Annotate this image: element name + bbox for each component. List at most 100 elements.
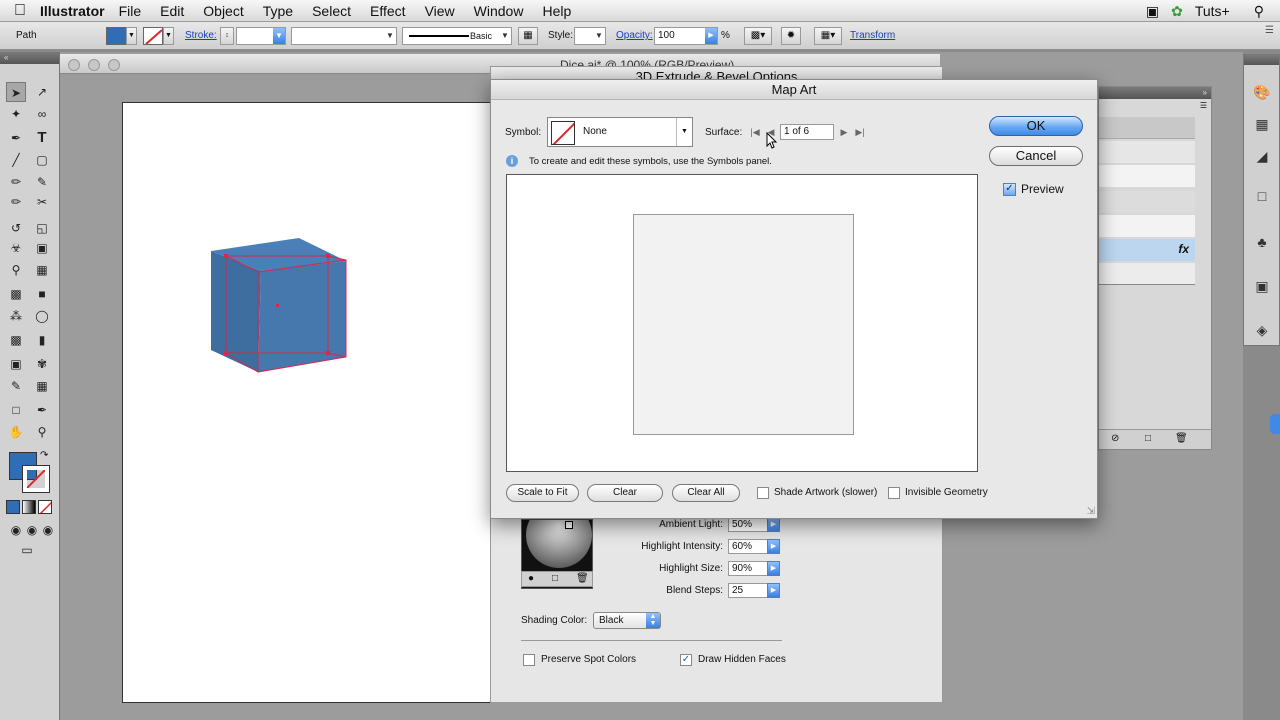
eraser-tool-icon[interactable]: ✎ xyxy=(6,376,26,396)
duplicate-item-icon[interactable]: □ xyxy=(1145,433,1151,444)
style-dropdown[interactable]: ▼ xyxy=(574,27,606,45)
stroke-weight-dropdown[interactable]: ▼ xyxy=(236,27,286,45)
shading-color-select[interactable]: Black ▲ ▼ xyxy=(593,612,661,629)
menu-select[interactable]: Select xyxy=(312,3,351,19)
cube-artwork[interactable] xyxy=(203,233,463,433)
cancel-button[interactable]: Cancel xyxy=(989,146,1083,166)
rotate-tool-icon[interactable]: ↺ xyxy=(6,218,26,238)
opacity-field[interactable]: 100 ▶ xyxy=(654,27,718,45)
graphic-style-icon[interactable]: ▩▾ xyxy=(744,27,772,45)
brush-dropdown[interactable]: Basic ▼ xyxy=(402,27,512,45)
align-icon[interactable]: ▦▾ xyxy=(814,27,842,45)
mesh-tool-icon[interactable]: ▩ xyxy=(6,284,26,304)
menu-window[interactable]: Window xyxy=(474,3,524,19)
direct-selection-tool-icon[interactable]: ↗ xyxy=(32,82,52,102)
clear-all-button[interactable]: Clear All xyxy=(672,484,740,502)
draw-hidden-faces-checkbox[interactable]: ✓ xyxy=(680,654,692,666)
color-mode-icon[interactable] xyxy=(6,500,20,514)
delete-light-icon[interactable]: 🗑 xyxy=(576,573,589,584)
appearance-row-3[interactable] xyxy=(1099,165,1195,187)
type-tool-icon[interactable]: T xyxy=(32,128,52,148)
fx-icon[interactable]: fx xyxy=(1178,242,1189,256)
surface-preview[interactable] xyxy=(633,214,854,435)
lasso-tool-icon[interactable]: ∞ xyxy=(32,104,52,124)
swap-colors-icon[interactable]: ↷ xyxy=(40,450,48,461)
panel-menu-icon[interactable]: ☰ xyxy=(1265,25,1274,36)
variable-width-dropdown[interactable]: ▼ xyxy=(291,27,397,45)
shape-builder-tool-icon[interactable]: ⚲ xyxy=(6,260,26,280)
appearance-row-3d-effect[interactable]: fx xyxy=(1099,239,1195,261)
camera-icon[interactable]: ▣ xyxy=(1146,3,1159,20)
zoom-window-button[interactable] xyxy=(108,59,120,71)
minimize-window-button[interactable] xyxy=(88,59,100,71)
preserve-spot-colors-checkbox[interactable] xyxy=(523,654,535,666)
scale-tool-icon[interactable]: ◱ xyxy=(32,218,52,238)
line-tool-icon[interactable]: ╱ xyxy=(6,150,26,170)
spotlight-search-icon[interactable]: ⚲ xyxy=(1254,3,1264,20)
menu-view[interactable]: View xyxy=(425,3,455,19)
layers-icon[interactable]: ◈ xyxy=(1253,321,1271,339)
stroke-link[interactable]: Stroke: xyxy=(185,30,217,41)
shade-artwork-checkbox[interactable] xyxy=(757,487,769,499)
stroke-stepper[interactable]: ↕ xyxy=(220,27,234,45)
appearance-panel-menu-icon[interactable]: ☰ xyxy=(1200,101,1207,110)
next-surface-icon[interactable]: ▶ xyxy=(838,125,850,139)
menu-effect[interactable]: Effect xyxy=(370,3,406,19)
gradient-mode-icon[interactable] xyxy=(22,500,36,514)
menu-object[interactable]: Object xyxy=(203,3,243,19)
swatches-icon[interactable]: ▦ xyxy=(1253,115,1271,133)
close-window-button[interactable] xyxy=(68,59,80,71)
preview-checkbox[interactable]: ✓ xyxy=(1003,183,1016,196)
fill-dropdown-icon[interactable]: ▼ xyxy=(126,27,137,45)
color-guide-icon[interactable]: 🎨 xyxy=(1253,83,1271,101)
slice-tool-icon[interactable]: ✾ xyxy=(32,354,52,374)
stroke-options-icon[interactable]: ▦ xyxy=(518,27,538,45)
dock-titlebar[interactable] xyxy=(1244,55,1279,65)
new-light-icon[interactable]: □ xyxy=(552,573,558,584)
warp-tool-icon[interactable]: ☣ xyxy=(6,238,26,258)
appearance-row-4[interactable] xyxy=(1099,191,1195,213)
symbol-dropdown[interactable]: None ▼ xyxy=(547,117,693,147)
artboard-tool-icon[interactable]: ▣ xyxy=(6,354,26,374)
gradient-tool-icon[interactable]: ■ xyxy=(32,284,52,304)
map-art-preview-area[interactable] xyxy=(506,174,978,472)
scroll-indicator[interactable] xyxy=(1270,414,1280,434)
tools-panel-titlebar[interactable]: « xyxy=(0,52,59,64)
resize-grip-icon[interactable]: ⇲ xyxy=(1087,506,1095,517)
fill-swatch[interactable] xyxy=(106,27,126,45)
appearance-row-5[interactable] xyxy=(1099,215,1195,237)
pen-tool-icon[interactable]: ✒ xyxy=(6,128,26,148)
delete-item-icon[interactable]: 🗑 xyxy=(1175,433,1188,444)
menu-help[interactable]: Help xyxy=(542,3,571,19)
scissors-tool-icon[interactable]: ✂ xyxy=(32,192,52,212)
selection-tool-icon[interactable]: ➤ xyxy=(6,82,26,102)
screen-mode-icon[interactable]: ▭ xyxy=(10,540,44,560)
zoom-tool-icon[interactable]: ⚲ xyxy=(32,422,52,442)
panel-collapse-icon[interactable]: » xyxy=(1099,87,1211,99)
graphic-styles-icon[interactable]: ▣ xyxy=(1253,277,1271,295)
invisible-geometry-checkbox[interactable] xyxy=(888,487,900,499)
brushes-icon[interactable]: ◢ xyxy=(1253,147,1271,165)
stroke-swatch[interactable] xyxy=(143,27,163,45)
appearance-row-2[interactable] xyxy=(1099,141,1195,163)
knife-tool-icon[interactable]: ✒ xyxy=(32,400,52,420)
light-source-handle[interactable] xyxy=(565,521,573,529)
blob-brush-tool-icon[interactable]: ✏ xyxy=(6,192,26,212)
menu-file[interactable]: File xyxy=(119,3,142,19)
none-mode-icon[interactable] xyxy=(38,500,52,514)
app-menu[interactable]: Illustrator xyxy=(40,3,105,19)
appearance-row-1[interactable] xyxy=(1099,117,1195,139)
highlight-intensity-arrow-icon[interactable]: ▶ xyxy=(767,539,780,554)
perspective-grid-tool-icon[interactable]: ▦ xyxy=(32,260,52,280)
symbol-sprayer-tool-icon[interactable]: ▩ xyxy=(6,330,26,350)
ambient-light-arrow-icon[interactable]: ▶ xyxy=(767,517,780,532)
stroke-color-swatch[interactable] xyxy=(22,465,50,493)
stroke-dropdown-icon[interactable]: ▼ xyxy=(163,27,174,45)
last-surface-icon[interactable]: ▶| xyxy=(854,125,866,139)
menu-type[interactable]: Type xyxy=(263,3,293,19)
clover-icon[interactable]: ✿ xyxy=(1171,3,1183,20)
recolor-artwork-icon[interactable]: ✹ xyxy=(781,27,801,45)
magic-wand-tool-icon[interactable]: ✦ xyxy=(6,104,26,124)
apple-icon[interactable]:  xyxy=(0,2,40,20)
clear-appearance-icon[interactable]: ⊘ xyxy=(1111,433,1119,444)
